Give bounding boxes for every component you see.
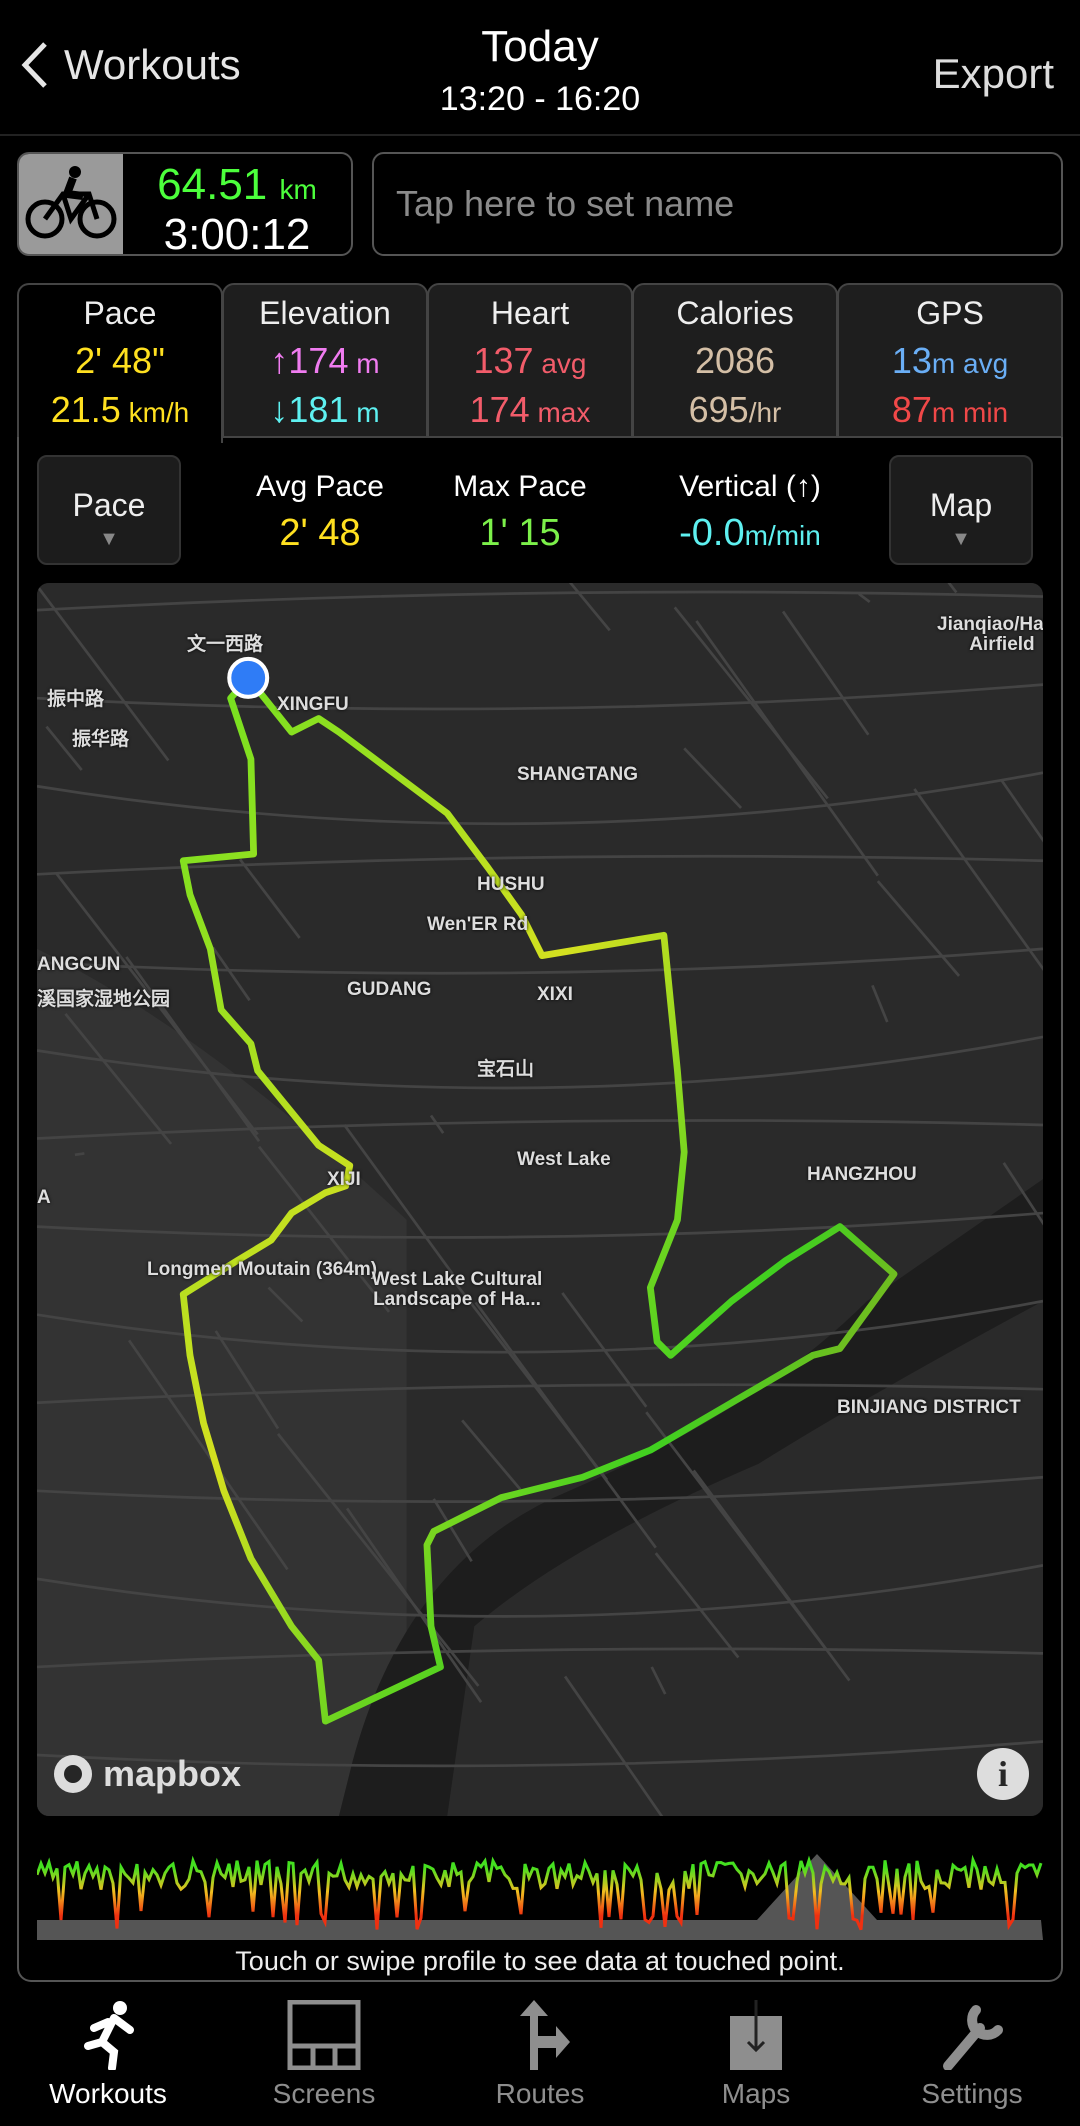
tab-primary-value: 2086 [694,340,776,381]
metric-1: Max Pace 1' 15 [453,470,587,554]
tab-secondary-value: ↓181 m [270,389,380,430]
tab-label: Elevation [259,295,391,331]
elevation-area [37,1854,1043,1940]
map-label: West Lake Cultural Landscape of Ha... [371,1269,543,1310]
tab-heart[interactable]: Heart 137 avg 174 max [427,283,633,438]
tab-secondary-value: 174 max [469,389,591,430]
tab-primary-value: 2' 48" [75,340,165,381]
tab-calories[interactable]: Calories 2086 695/hr [632,283,838,438]
map-label: HUSHU [477,874,545,895]
tab-label: Pace [83,295,157,331]
tabbar-label: Screens [272,2078,376,2109]
map-label: 振华路 [72,729,130,750]
dropdown-arrow-icon: ▼ [99,528,119,550]
tabbar-label: Settings [921,2078,1023,2109]
map-label: XINGFU [277,694,349,715]
tab-label: Heart [490,295,570,331]
time-range: 13:20 - 16:20 [439,80,641,118]
tab-primary-value: 137 avg [473,340,587,381]
tab-secondary-value: 695/hr [688,389,782,430]
distance: 64.51 km [157,160,317,209]
tabbar-label: Routes [495,2078,585,2109]
pace-profile-chart[interactable] [37,1840,1043,1940]
tab-primary-value: ↑174 m [270,340,380,381]
mapbox-logo: mapbox [51,1752,241,1796]
export-button[interactable]: Export [933,50,1054,98]
workout-name-input[interactable]: Tap here to set name [372,152,1063,256]
tabbar-settings[interactable]: Settings [864,2000,1080,2110]
chart-type-dropdown[interactable]: Pace ▼ [37,455,181,565]
tabbar-maps[interactable]: Maps [648,2000,864,2110]
map-label: 文一西路 [187,634,264,655]
tab-elevation[interactable]: Elevation ↑174 m ↓181 m [222,283,428,438]
maps-download-icon [648,2000,864,2070]
tab-secondary-value: 21.5 km/h [50,389,190,430]
routes-icon [432,2000,648,2070]
map-label: West Lake [517,1149,611,1170]
page-title: Today [481,22,599,71]
tab-gps[interactable]: GPS 13m avg 87m min [837,283,1063,438]
map-label: 宝石山 [477,1059,535,1080]
pace-line [37,1854,1043,1931]
map-label: 溪国家湿地公园 [37,989,171,1010]
metric-2: Vertical (↑) -0.0m/min [679,470,821,554]
wrench-icon [864,2000,1080,2070]
metric-0: Avg Pace 2' 48 [256,470,384,554]
map-label: BINJIANG DISTRICT [837,1397,1021,1418]
screens-icon [216,2000,432,2070]
info-icon[interactable]: i [977,1748,1029,1800]
map-label: HANGZHOU [807,1164,917,1185]
dropdown-arrow-icon: ▼ [951,528,971,550]
map-label: GUDANG [347,979,432,1000]
tab-pace[interactable]: Pace 2' 48" 21.5 km/h [17,283,223,443]
map-label: XIXI [537,984,573,1005]
route-map[interactable]: XINGFU SHANGTANG HUSHU Wen'ER Rd GUDANG XIXI A… [37,583,1043,1816]
tabbar-routes[interactable]: Routes [432,2000,648,2110]
tab-secondary-value: 87m min [891,389,1009,430]
map-label: 振中路 [47,689,105,710]
map-label: XIJI [327,1169,361,1190]
tabbar-label: Workouts [49,2078,167,2109]
tabbar-label: Maps [721,2078,791,2109]
tabbar-screens[interactable]: Screens [216,2000,432,2110]
map-label: ANGCUN [37,954,121,975]
tabbar-workouts[interactable]: Workouts [0,2000,216,2110]
map-label: Wen'ER Rd [427,914,529,935]
map-label: SHANGTANG [517,764,639,785]
map-label: A [37,1187,51,1208]
tab-primary-value: 13m avg [891,340,1009,381]
activity-summary[interactable]: 64.51 km 3:00:12 [17,152,353,256]
start-location-marker [227,656,270,699]
view-mode-dropdown[interactable]: Map ▼ [889,455,1033,565]
divider [0,134,1080,136]
duration: 3:00:12 [163,210,311,256]
profile-hint: Touch or swipe profile to see data at to… [235,1946,845,1976]
tab-label: GPS [916,295,984,331]
bicycle-icon [19,154,123,254]
tab-label: Calories [676,295,794,331]
running-icon [0,2000,216,2070]
map-label: Jianqiao/Hang Airfield [937,614,1043,655]
